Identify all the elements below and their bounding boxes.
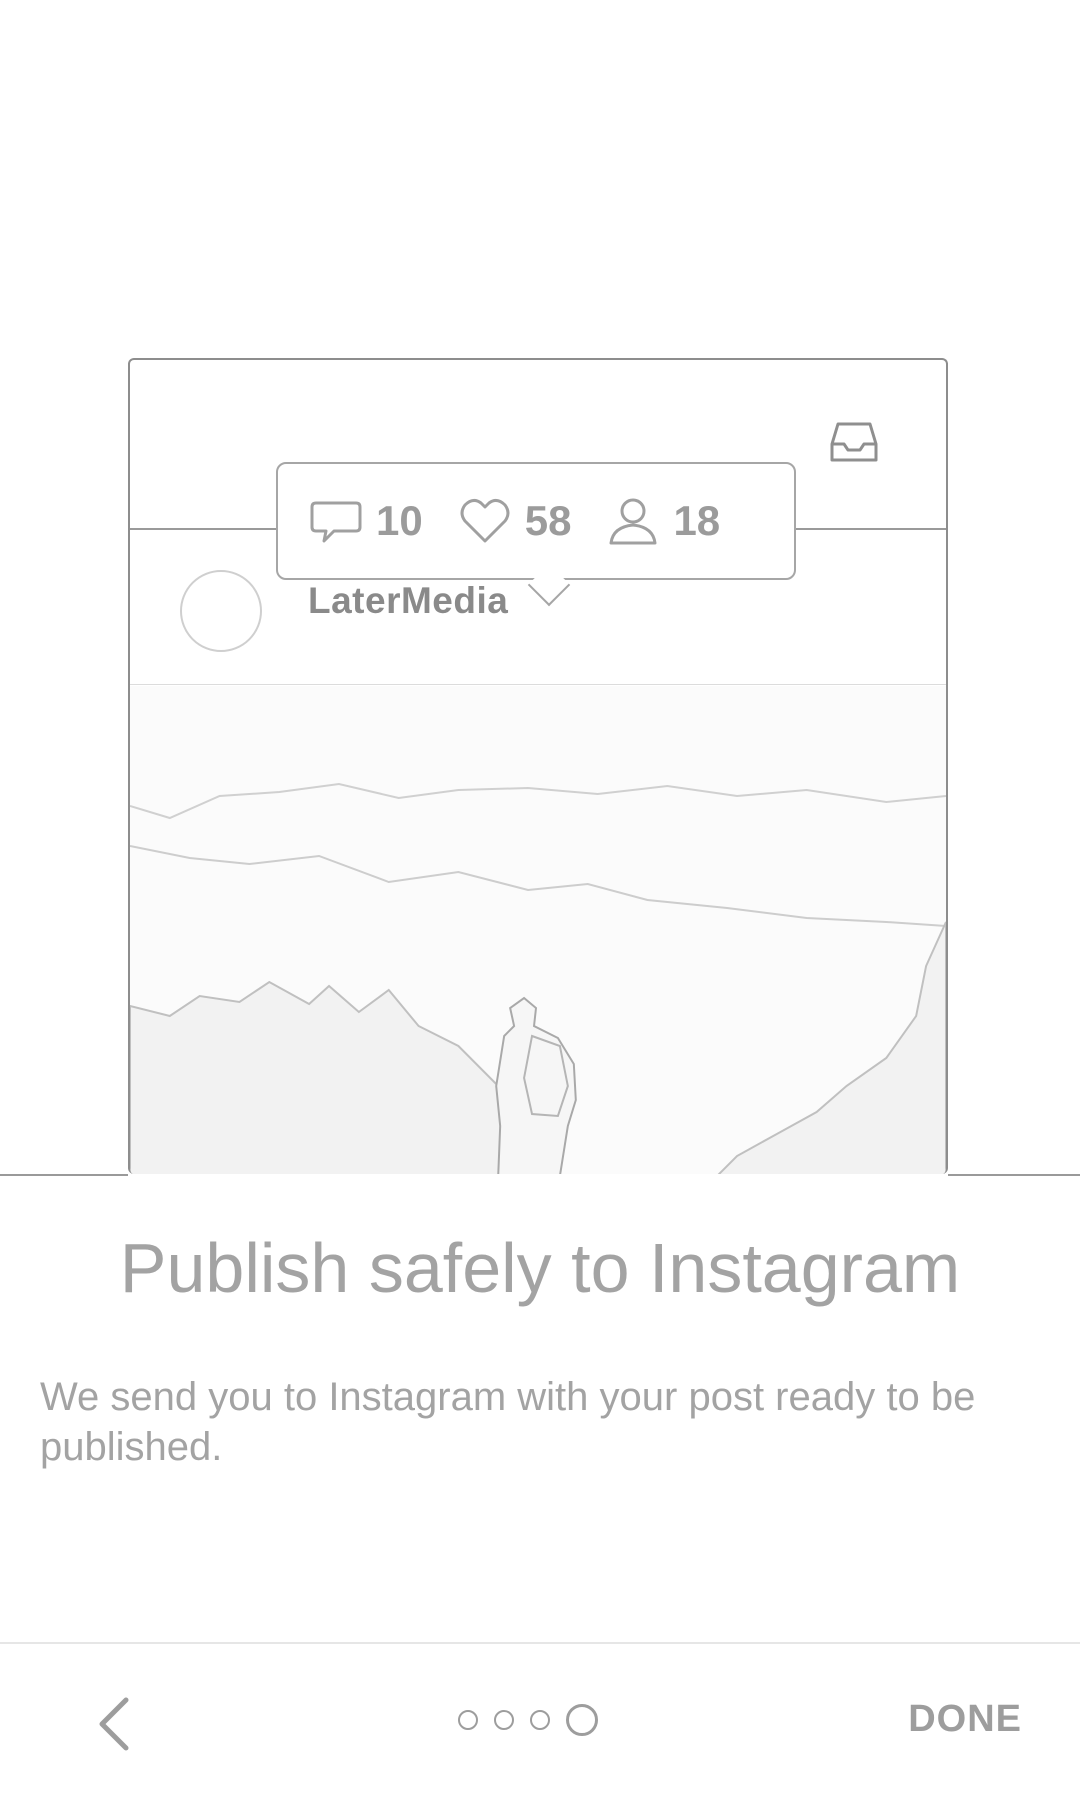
comments-count: 10 [376,497,423,544]
illustration-baseline-right [948,1174,1080,1176]
likes-count: 58 [524,497,572,544]
comment-icon [310,501,362,543]
likes-stat: 58 [457,493,572,549]
onboarding-description: We send you to Instagram with your post … [40,1375,976,1469]
page-dot[interactable] [494,1710,514,1730]
mountain-hiker-photo [130,686,946,1174]
instagram-post-illustration: LaterMedia 10 58 18 [0,0,1080,1176]
chevron-left-icon[interactable] [88,1694,142,1754]
person-icon [609,498,657,545]
onboarding-nav-bar: DONE [0,1642,1080,1794]
username: LaterMedia [308,580,509,621]
done-button[interactable]: DONE [908,1698,1022,1741]
page-dot-active[interactable] [566,1704,598,1736]
onboarding-screen: LaterMedia 10 58 18 Publish safely to In… [0,0,1080,1794]
heart-icon [460,498,510,543]
page-indicator [458,1704,598,1736]
followers-stat: 18 [605,493,720,549]
avatar [180,570,262,652]
page-dot[interactable] [530,1710,550,1730]
comments-stat: 10 [308,493,423,549]
illustration-baseline-left [0,1174,128,1176]
page-dot[interactable] [458,1710,478,1730]
inbox-icon [830,422,878,462]
followers-count: 18 [673,497,721,544]
activity-bubble: 10 58 18 [276,462,796,607]
onboarding-headline: Publish safely to Instagram [119,1229,961,1307]
